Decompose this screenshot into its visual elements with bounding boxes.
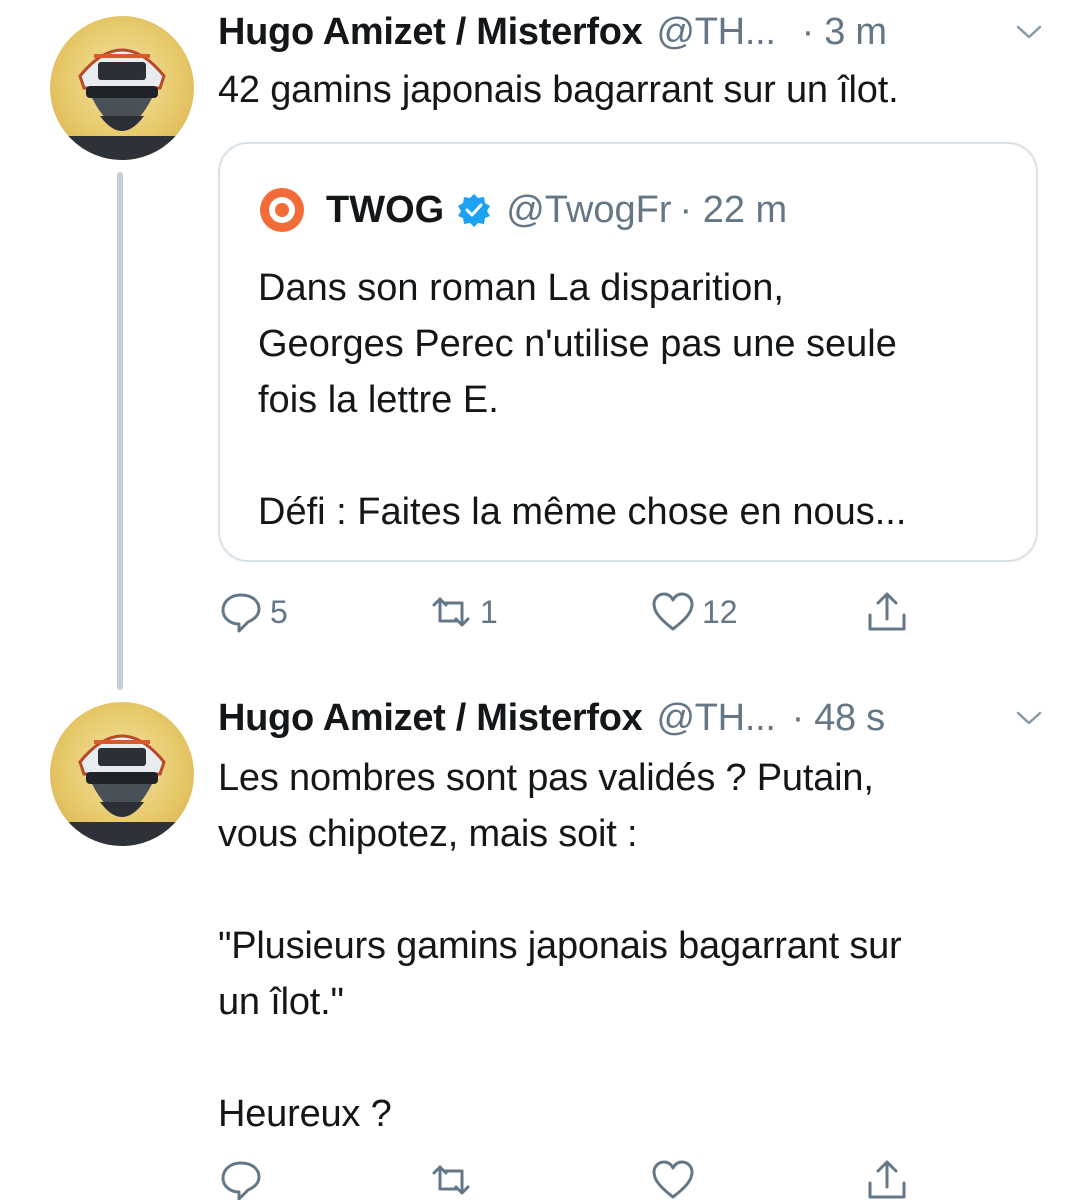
tweet-text: Les nombres sont pas validés ? Putain, v…	[218, 757, 902, 1135]
chevron-down-icon[interactable]	[1014, 708, 1044, 728]
author-name[interactable]: Hugo Amizet / Misterfox	[218, 697, 643, 740]
author-handle[interactable]: @TH...	[657, 11, 776, 54]
share-icon	[868, 592, 906, 631]
chevron-down-icon[interactable]	[1014, 22, 1044, 42]
tweet-action-bar: 5 1 12	[218, 582, 938, 642]
reply-count: 5	[270, 593, 288, 630]
like-button[interactable]	[650, 1150, 702, 1200]
timeline: Hugo Amizet / Misterfox @TH... · 3 m 42 …	[0, 0, 1084, 1200]
avatar-portrait-icon	[50, 48, 194, 160]
heart-icon	[652, 1160, 694, 1199]
retweet-icon	[432, 597, 470, 627]
quoted-tweet-text: Dans son roman La disparition, Georges P…	[258, 267, 907, 533]
author-avatar[interactable]	[50, 702, 194, 846]
quoted-tweet-timestamp: · 22 m	[679, 188, 788, 231]
retweet-icon	[432, 1165, 470, 1195]
twog-logo-icon	[260, 188, 304, 232]
avatar-portrait-icon	[50, 734, 194, 846]
thread-connector-line	[117, 172, 123, 690]
tweet-action-bar	[218, 1150, 938, 1200]
share-icon	[868, 1160, 906, 1199]
share-button[interactable]	[864, 1150, 910, 1200]
author-name[interactable]: Hugo Amizet / Misterfox	[218, 11, 643, 54]
quoted-author-name: TWOG	[326, 188, 445, 231]
tweet-text: 42 gamins japonais bagarrant sur un îlot…	[218, 69, 899, 111]
verified-badge-icon	[458, 194, 491, 227]
retweet-button[interactable]	[428, 1150, 480, 1200]
tweet-header: Hugo Amizet / Misterfox @TH... · 3 m	[218, 8, 1044, 56]
reply-button[interactable]: 5	[218, 582, 288, 642]
reply-icon	[221, 1161, 261, 1200]
reply-button[interactable]	[218, 1150, 270, 1200]
retweet-count: 1	[480, 593, 498, 630]
author-avatar[interactable]	[50, 16, 194, 160]
quoted-author-handle: @TwogFr	[506, 188, 672, 231]
author-handle[interactable]: @TH...	[657, 697, 776, 740]
retweet-button[interactable]: 1	[428, 582, 498, 642]
tweet-timestamp[interactable]: · 3 m	[802, 11, 887, 54]
heart-icon	[652, 592, 694, 631]
tweet-timestamp[interactable]: · 48 s	[792, 697, 886, 740]
quoted-tweet-header: TWOG @TwogFr · 22 m	[258, 186, 787, 234]
reply-icon	[221, 593, 261, 633]
like-count: 12	[702, 593, 738, 630]
tweet-header: Hugo Amizet / Misterfox @TH... · 48 s	[218, 694, 1044, 742]
like-button[interactable]: 12	[650, 582, 738, 642]
share-button[interactable]	[864, 582, 910, 642]
quoted-tweet-card[interactable]: TWOG @TwogFr · 22 m Dans son roman La di…	[218, 142, 1038, 562]
